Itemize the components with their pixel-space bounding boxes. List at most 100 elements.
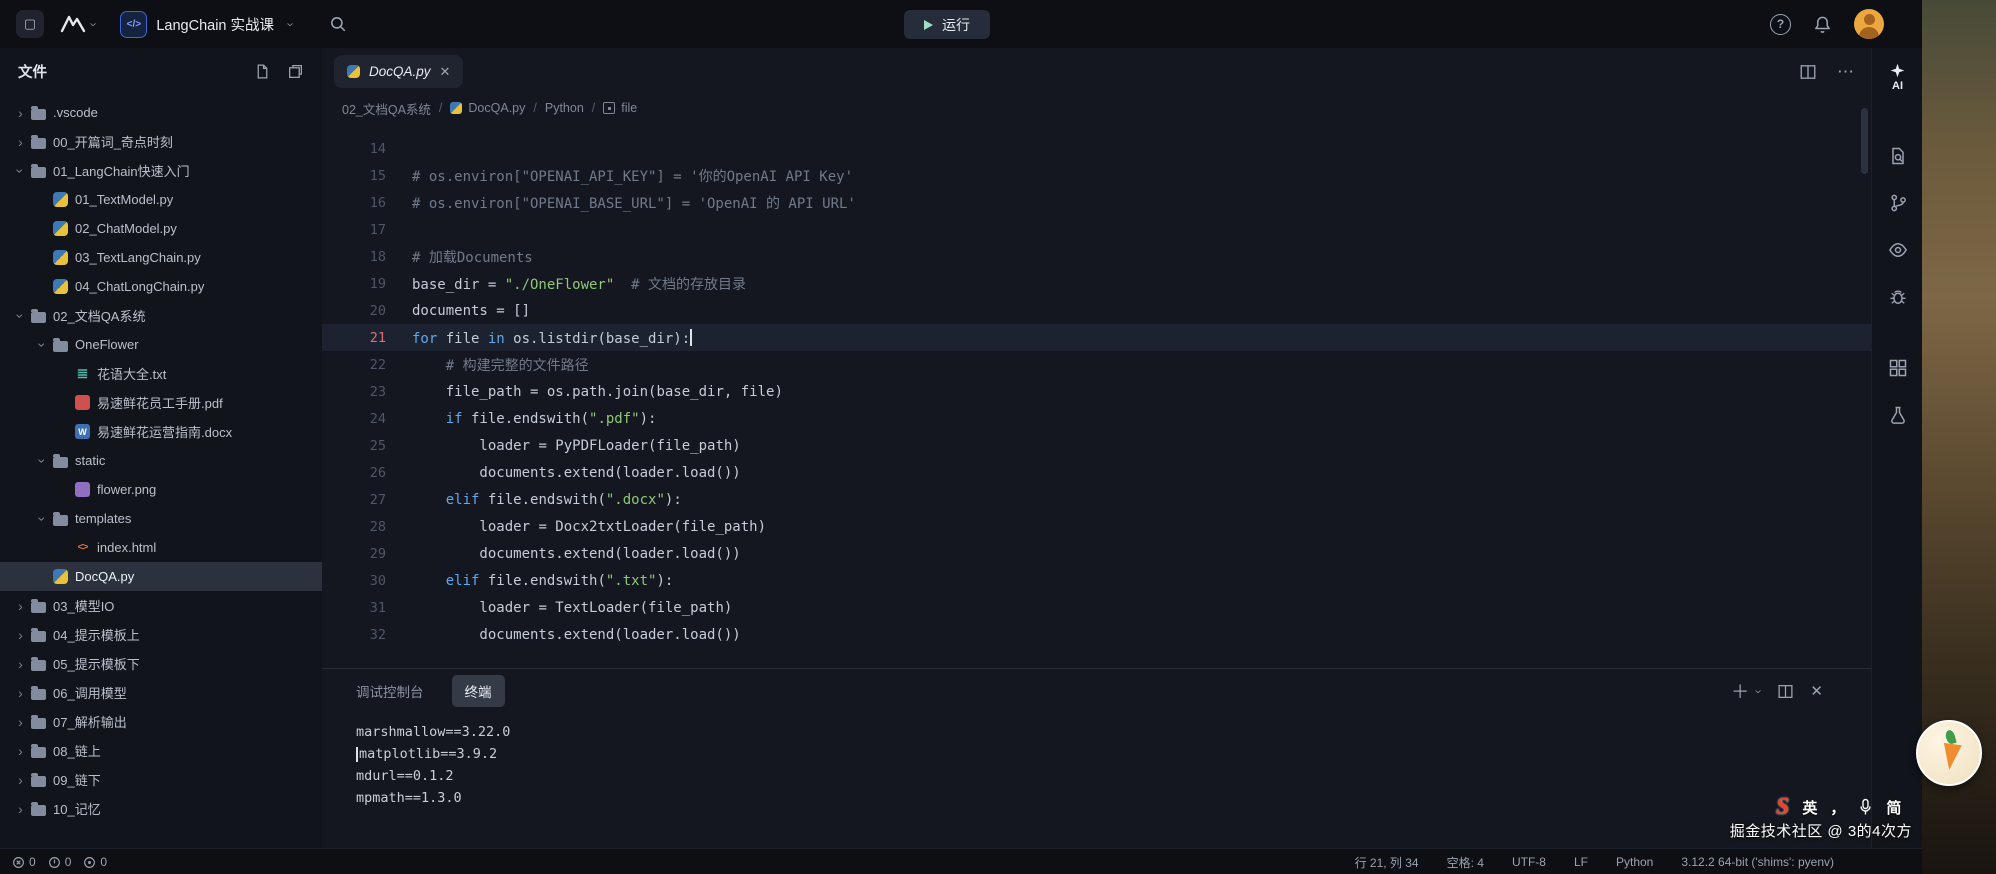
tree-item-2[interactable]: ›01_LangChain快速入门 (0, 156, 322, 185)
code-line-24[interactable]: 24 if file.endswith(".pdf"): (322, 405, 1871, 432)
tree-item-20[interactable]: ›06_调用模型 (0, 678, 322, 707)
run-button[interactable]: 运行 (904, 10, 990, 39)
tab-terminal[interactable]: 终端 (452, 675, 505, 707)
code-line-22[interactable]: 22 # 构建完整的文件路径 (322, 351, 1871, 378)
brand-logo[interactable]: › (60, 14, 96, 34)
chevron-right-icon[interactable]: › (12, 773, 29, 787)
chevron-down-icon[interactable]: › (36, 510, 50, 527)
tree-item-11[interactable]: W易速鲜花运营指南.docx (0, 417, 322, 446)
code-line-30[interactable]: 30 elif file.endswith(".txt"): (322, 567, 1871, 594)
chevron-down-icon[interactable]: › (1752, 689, 1767, 693)
extensions-button[interactable] (1872, 358, 1923, 378)
help-button[interactable]: ? (1770, 14, 1791, 35)
code-line-18[interactable]: 18# 加载Documents (322, 243, 1871, 270)
user-avatar[interactable] (1854, 9, 1884, 39)
tab-debug-console[interactable]: 调试控制台 (356, 681, 424, 701)
chevron-right-icon[interactable]: › (12, 599, 29, 613)
more-actions-icon[interactable]: ⋯ (1837, 62, 1855, 82)
tree-item-16[interactable]: DocQA.py (0, 562, 322, 591)
tree-item-3[interactable]: 01_TextModel.py (0, 185, 322, 214)
code-line-16[interactable]: 16# os.environ["OPENAI_BASE_URL"] = 'Ope… (322, 189, 1871, 216)
app-menu-button[interactable]: ▢ (16, 10, 44, 38)
breadcrumb-item[interactable]: Python (545, 101, 584, 115)
tree-item-4[interactable]: 02_ChatModel.py (0, 214, 322, 243)
breadcrumb-item[interactable]: 02_文档QA系统 (342, 99, 431, 118)
new-terminal-icon[interactable]: ＋ (1731, 678, 1749, 704)
tree-item-0[interactable]: ›.vscode (0, 98, 322, 127)
encoding[interactable]: UTF-8 (1512, 855, 1546, 869)
chevron-right-icon[interactable]: › (12, 715, 29, 729)
problems-indicator[interactable]: 0 0 0 (0, 855, 107, 869)
notifications-button[interactable] (1813, 15, 1832, 34)
code-line-15[interactable]: 15# os.environ["OPENAI_API_KEY"] = '你的Op… (322, 162, 1871, 189)
ime-language-toggle[interactable]: 英 (1802, 797, 1817, 818)
tree-item-1[interactable]: ›00_开篇词_奇点时刻 (0, 127, 322, 156)
code-line-31[interactable]: 31 loader = TextLoader(file_path) (322, 594, 1871, 621)
tree-item-23[interactable]: ›09_链下 (0, 765, 322, 794)
tree-item-5[interactable]: 03_TextLangChain.py (0, 243, 322, 272)
preview-button[interactable] (1872, 240, 1923, 260)
python-interpreter[interactable]: 3.12.2 64-bit ('shims': pyenv) (1681, 855, 1834, 869)
new-file-icon[interactable] (254, 63, 271, 80)
testing-button[interactable] (1872, 405, 1923, 425)
breadcrumb-item[interactable]: DocQA.py (450, 101, 525, 115)
sogou-logo[interactable]: S (1776, 794, 1789, 821)
chevron-right-icon[interactable]: › (12, 744, 29, 758)
source-control-button[interactable] (1872, 193, 1923, 213)
open-editors-icon[interactable] (287, 63, 304, 80)
tab-docqa[interactable]: DocQA.py ✕ (334, 55, 463, 88)
chevron-right-icon[interactable]: › (12, 106, 29, 120)
code-line-20[interactable]: 20documents = [] (322, 297, 1871, 324)
close-panel-icon[interactable]: ✕ (1810, 682, 1823, 700)
file-search-button[interactable] (1872, 146, 1923, 166)
language-mode[interactable]: Python (1616, 855, 1653, 869)
chevron-right-icon[interactable]: › (12, 628, 29, 642)
tree-item-13[interactable]: flower.png (0, 475, 322, 504)
chevron-down-icon[interactable]: › (36, 452, 50, 469)
ime-simplified-toggle[interactable]: 简 (1886, 797, 1901, 818)
chevron-right-icon[interactable]: › (12, 135, 29, 149)
chevron-right-icon[interactable]: › (12, 657, 29, 671)
tab-close-icon[interactable]: ✕ (440, 64, 451, 80)
tree-item-9[interactable]: ≣花语大全.txt (0, 359, 322, 388)
chevron-down-icon[interactable]: › (14, 162, 28, 179)
tree-item-21[interactable]: ›07_解析输出 (0, 707, 322, 736)
code-line-29[interactable]: 29 documents.extend(loader.load()) (322, 540, 1871, 567)
eol-sequence[interactable]: LF (1574, 855, 1588, 869)
code-line-32[interactable]: 32 documents.extend(loader.load()) (322, 621, 1871, 648)
code-line-17[interactable]: 17 (322, 216, 1871, 243)
global-search-button[interactable] (329, 15, 347, 33)
tree-item-14[interactable]: ›templates (0, 504, 322, 533)
code-line-21[interactable]: 21for file in os.listdir(base_dir): (322, 324, 1871, 351)
workspace-switcher[interactable]: </> LangChain 实战课 › (120, 11, 293, 38)
tree-item-6[interactable]: 04_ChatLongChain.py (0, 272, 322, 301)
indentation[interactable]: 空格: 4 (1447, 854, 1484, 871)
breadcrumb-item[interactable]: file (603, 101, 637, 115)
terminal-output[interactable]: marshmallow==3.22.0matplotlib==3.9.2mdur… (322, 713, 1871, 809)
code-line-19[interactable]: 19base_dir = "./OneFlower" # 文档的存放目录 (322, 270, 1871, 297)
tree-item-24[interactable]: ›10_记忆 (0, 794, 322, 823)
split-editor-icon[interactable] (1799, 63, 1817, 81)
cursor-position[interactable]: 行 21, 列 34 (1355, 854, 1419, 871)
tree-item-17[interactable]: ›03_模型IO (0, 591, 322, 620)
code-line-27[interactable]: 27 elif file.endswith(".docx"): (322, 486, 1871, 513)
assistant-mascot[interactable] (1916, 720, 1982, 786)
ai-panel-button[interactable]: AI (1872, 62, 1923, 92)
editor-scrollbar[interactable] (1861, 108, 1868, 174)
code-line-25[interactable]: 25 loader = PyPDFLoader(file_path) (322, 432, 1871, 459)
code-line-26[interactable]: 26 documents.extend(loader.load()) (322, 459, 1871, 486)
split-terminal-icon[interactable] (1777, 683, 1794, 700)
code-line-23[interactable]: 23 file_path = os.path.join(base_dir, fi… (322, 378, 1871, 405)
tree-item-19[interactable]: ›05_提示模板下 (0, 649, 322, 678)
chevron-down-icon[interactable]: › (14, 307, 28, 324)
debug-button[interactable] (1872, 287, 1923, 307)
tree-item-10[interactable]: 易速鲜花员工手册.pdf (0, 388, 322, 417)
tree-item-18[interactable]: ›04_提示模板上 (0, 620, 322, 649)
chevron-right-icon[interactable]: › (12, 686, 29, 700)
chevron-right-icon[interactable]: › (12, 802, 29, 816)
chevron-down-icon[interactable]: › (36, 336, 50, 353)
tree-item-22[interactable]: ›08_链上 (0, 736, 322, 765)
tree-item-7[interactable]: ›02_文档QA系统 (0, 301, 322, 330)
tree-item-8[interactable]: ›OneFlower (0, 330, 322, 359)
ime-punctuation-toggle[interactable]: ， (1830, 797, 1845, 818)
